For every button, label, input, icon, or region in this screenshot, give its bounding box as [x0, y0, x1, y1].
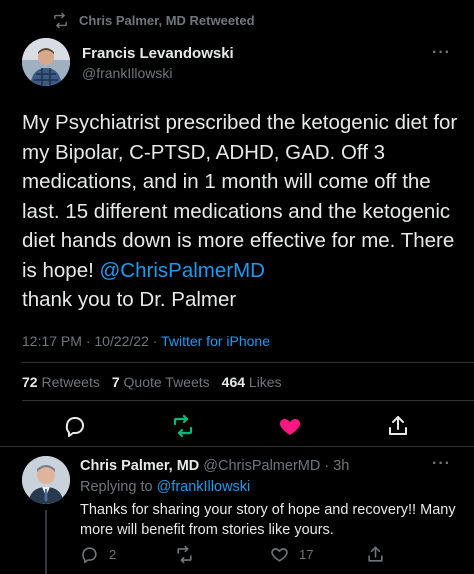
reply-author-handle[interactable]: @ChrisPalmerMD · 3h	[203, 458, 349, 474]
retweet-icon	[173, 414, 193, 438]
author-name[interactable]: Francis Levandowski	[82, 45, 234, 62]
tweet-source-link[interactable]: Twitter for iPhone	[161, 333, 270, 349]
reply-avatar[interactable]	[22, 456, 70, 504]
reply-icon	[65, 417, 84, 437]
author-handle[interactable]: @frankIllowski	[82, 65, 172, 81]
reply-header: Chris Palmer, MD @ChrisPalmerMD · 3h	[80, 458, 349, 474]
retweet-icon	[54, 12, 67, 29]
divider	[0, 446, 474, 447]
divider	[22, 362, 474, 363]
avatar-image	[22, 38, 70, 86]
avatar-image	[22, 456, 70, 504]
share-button[interactable]	[386, 414, 410, 438]
reply-button[interactable]	[63, 414, 87, 438]
retweets-stat[interactable]: 72 Retweets	[22, 374, 100, 390]
reply-text: Thanks for sharing your story of hope an…	[80, 502, 456, 538]
retweeted-by-line[interactable]: Chris Palmer, MD Retweeted	[52, 12, 255, 29]
divider	[22, 400, 474, 401]
more-icon[interactable]: ···	[432, 455, 451, 473]
like-icon	[271, 548, 288, 562]
tweet-time[interactable]: 12:17 PM · 10/22/22 ·	[22, 333, 161, 349]
reply-author-name[interactable]: Chris Palmer, MD	[80, 458, 199, 474]
tweet-stats: 72 Retweets 7 Quote Tweets 464 Likes	[22, 374, 288, 390]
more-icon[interactable]: ···	[432, 44, 451, 62]
retweet-icon	[177, 545, 192, 564]
tweet-text: My Psychiatrist prescribed the ketogenic…	[22, 108, 462, 315]
like-count: 17	[299, 547, 314, 562]
like-icon	[279, 419, 301, 435]
reply-reply-button[interactable]: 2	[80, 545, 116, 564]
thread-line	[45, 510, 47, 574]
retweet-button[interactable]	[171, 414, 195, 438]
avatar[interactable]	[22, 38, 70, 86]
likes-stat[interactable]: 464 Likes	[222, 374, 282, 390]
replying-to-link[interactable]: @frankIllowski	[157, 479, 251, 495]
tweet-text-body: My Psychiatrist prescribed the ketogenic…	[22, 111, 458, 282]
share-icon	[368, 546, 383, 562]
reply-icon	[82, 547, 97, 564]
quote-tweets-stat[interactable]: 7 Quote Tweets	[112, 374, 210, 390]
retweeted-by-label: Chris Palmer, MD Retweeted	[79, 13, 255, 28]
share-icon	[389, 416, 407, 435]
reply-share-button[interactable]	[366, 545, 385, 564]
like-button[interactable]	[278, 414, 302, 438]
reply-retweet-button[interactable]	[175, 545, 194, 564]
tweet-timestamp: 12:17 PM · 10/22/22 · Twitter for iPhone	[22, 333, 270, 349]
reply-like-button[interactable]: 17	[270, 545, 313, 564]
tweet-text-tail: thank you to Dr. Palmer	[22, 288, 237, 311]
reply-count: 2	[109, 547, 117, 562]
mention-link[interactable]: @ChrisPalmerMD	[100, 259, 265, 282]
replying-to-line: Replying to @frankIllowski	[80, 479, 251, 495]
